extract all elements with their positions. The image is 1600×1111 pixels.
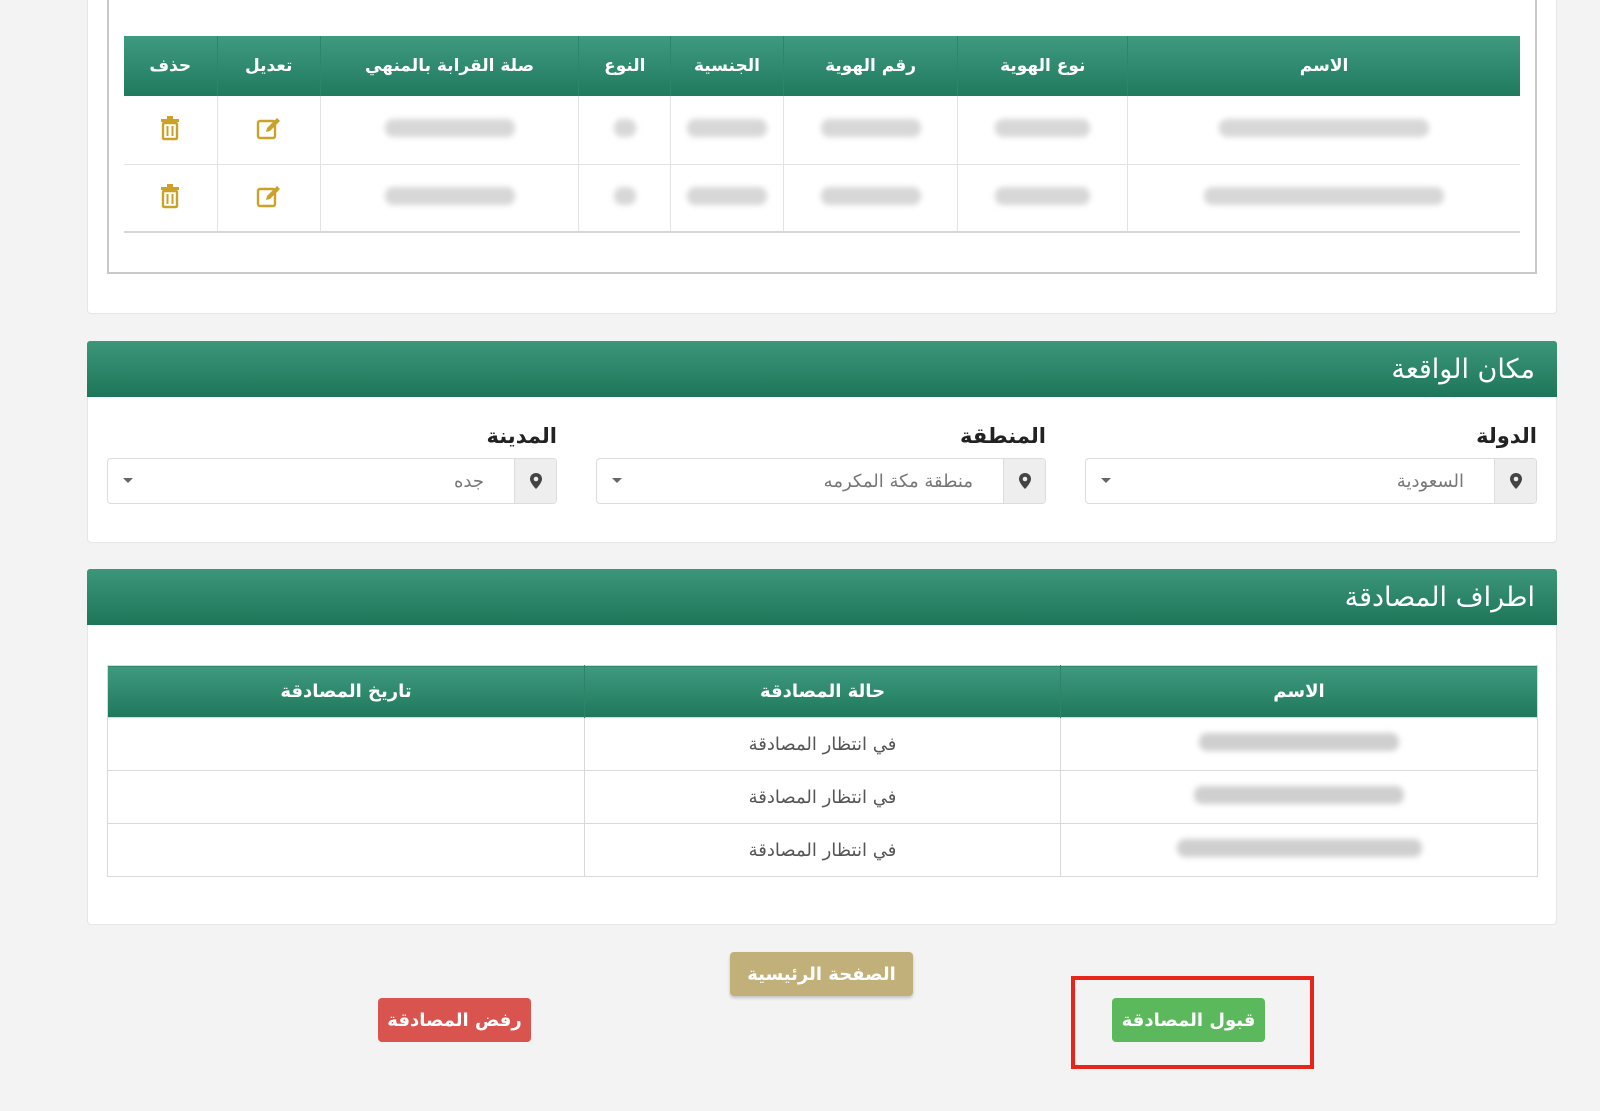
accept-button[interactable]: قبول المصادقة (1112, 998, 1265, 1042)
table-row: في انتظار المصادقة (107, 717, 1538, 771)
redacted-relation-cell (319, 96, 579, 165)
edit-icon[interactable] (254, 113, 284, 143)
col-header-id-type: نوع الهوية (957, 36, 1128, 96)
trash-icon[interactable] (155, 181, 185, 211)
redacted-id-number-cell (782, 96, 958, 165)
city-value: جده (453, 470, 484, 492)
redacted-name-cell (1127, 164, 1520, 233)
redacted-id-type-cell (957, 164, 1128, 233)
region-select[interactable]: منطقة مكة المكرمه (596, 458, 1046, 504)
table-row: في انتظار المصادقة (107, 823, 1538, 877)
col-header-name: الاسم (1127, 36, 1520, 96)
chevron-down-icon (108, 477, 148, 485)
map-pin-icon (1494, 459, 1536, 503)
col-header-status: حالة المصادقة (584, 665, 1061, 718)
parties-table: الاسم حالة المصادقة تاريخ المصادقة في ان… (107, 665, 1538, 877)
redacted-party-name (1060, 823, 1538, 877)
redacted-nationality-cell (670, 96, 784, 165)
redacted-party-name (1060, 770, 1538, 824)
trash-icon[interactable] (155, 113, 185, 143)
redacted-gender-cell (578, 164, 671, 233)
home-button[interactable]: الصفحة الرئيسية (730, 952, 913, 996)
redacted-id-number-cell (782, 164, 958, 233)
redacted-gender-cell (578, 96, 671, 165)
status-cell: في انتظار المصادقة (584, 770, 1061, 824)
edit-icon[interactable] (254, 181, 284, 211)
redacted-id-type-cell (957, 96, 1128, 165)
date-cell (107, 717, 585, 771)
redacted-name-cell (1127, 96, 1520, 165)
region-value: منطقة مكة المكرمه (823, 470, 973, 492)
city-label: المدينة (486, 424, 558, 448)
parties-section-title: اطراف المصادقة (1344, 581, 1535, 613)
col-header-edit: تعديل (216, 36, 321, 96)
region-label: المنطقة (959, 424, 1046, 448)
country-value: السعودية (1396, 470, 1464, 492)
col-header-delete: حذف (124, 36, 218, 96)
reject-button[interactable]: رفض المصادقة (378, 998, 531, 1042)
redacted-relation-cell (319, 164, 579, 233)
col-header-id-number: رقم الهوية (782, 36, 958, 96)
location-section-header: مكان الواقعة (87, 341, 1557, 397)
col-header-gender: النوع (578, 36, 671, 96)
edit-cell (216, 96, 321, 165)
redacted-party-name (1060, 717, 1538, 771)
edit-cell (216, 164, 321, 233)
delete-cell (124, 164, 218, 233)
col-header-party-name: الاسم (1060, 665, 1538, 718)
country-select[interactable]: السعودية (1085, 458, 1537, 504)
country-label: الدولة (1476, 424, 1537, 448)
status-cell: في انتظار المصادقة (584, 823, 1061, 877)
table-row (124, 164, 1520, 233)
redacted-nationality-cell (670, 164, 784, 233)
city-select[interactable]: جده (107, 458, 557, 504)
relatives-table: الاسم نوع الهوية رقم الهوية الجنسية النو… (124, 36, 1520, 233)
parties-header-row: الاسم حالة المصادقة تاريخ المصادقة (107, 665, 1538, 718)
chevron-down-icon (597, 477, 637, 485)
table-row (124, 96, 1520, 165)
table-row: في انتظار المصادقة (107, 770, 1538, 824)
delete-cell (124, 96, 218, 165)
col-header-nationality: الجنسية (670, 36, 784, 96)
parties-section-header: اطراف المصادقة (87, 569, 1557, 625)
relatives-header-row: الاسم نوع الهوية رقم الهوية الجنسية النو… (124, 36, 1520, 96)
date-cell (107, 823, 585, 877)
chevron-down-icon (1086, 477, 1126, 485)
location-section-title: مكان الواقعة (1391, 353, 1535, 385)
col-header-relation: صلة القرابة بالمنهي (319, 36, 579, 96)
col-header-date: تاريخ المصادقة (107, 665, 585, 718)
map-pin-icon (1003, 459, 1045, 503)
map-pin-icon (514, 459, 556, 503)
date-cell (107, 770, 585, 824)
status-cell: في انتظار المصادقة (584, 717, 1061, 771)
